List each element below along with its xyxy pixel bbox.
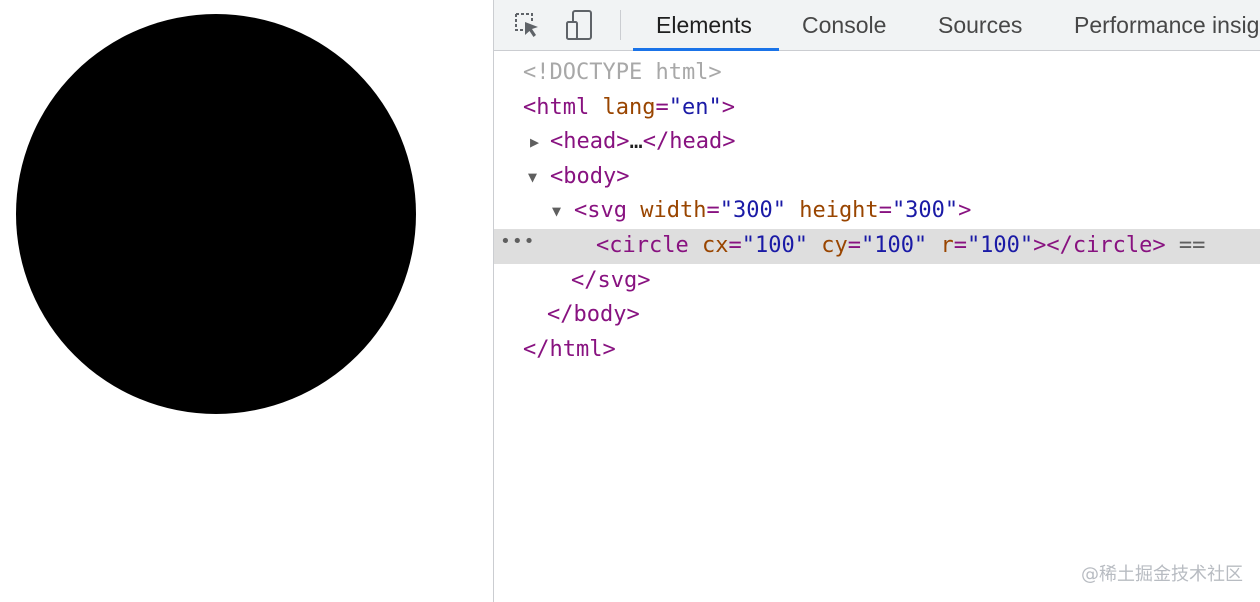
- tag-name: <svg: [574, 198, 627, 224]
- doctype-text: <!DOCTYPE html>: [523, 60, 722, 85]
- attr-name: height: [799, 198, 879, 224]
- attr-name: width: [640, 198, 707, 224]
- attr-equals: =: [655, 94, 669, 120]
- dom-node-html[interactable]: <html lang="en">: [494, 91, 1260, 126]
- dom-node-circle-selected[interactable]: ••• <circle cx="100" cy="100" r="100"></…: [494, 228, 1260, 264]
- body-open-tag: <body>: [550, 163, 630, 189]
- attr-name: lang: [602, 94, 656, 120]
- page-viewport: [0, 0, 493, 602]
- tab-performance-insights[interactable]: Performance insig: [1074, 0, 1259, 50]
- dom-node-head[interactable]: ▶ <head>…</head>: [494, 125, 1260, 160]
- dom-node-svg[interactable]: ▼ <svg width="300" height="300">: [494, 194, 1260, 229]
- head-close: </head>: [642, 129, 736, 155]
- dom-node-html-close[interactable]: </html>: [494, 333, 1260, 368]
- node-menu-dots-icon[interactable]: •••: [500, 225, 536, 260]
- tag-close: >: [721, 94, 735, 120]
- attr-value: "en": [668, 94, 722, 120]
- circle-tag: <circle cx="100" cy="100" r="100"></circ…: [596, 232, 1206, 258]
- attr-value: "100": [741, 232, 808, 258]
- attr-name: r: [940, 232, 954, 258]
- svg-close-tag: </svg>: [571, 267, 651, 293]
- tab-elements[interactable]: Elements: [656, 0, 752, 50]
- attr-name: cx: [701, 232, 729, 258]
- rendered-svg: [16, 14, 416, 414]
- rendered-circle: [16, 14, 416, 414]
- dom-node-svg-close[interactable]: </svg>: [494, 264, 1260, 299]
- head-ellipsis[interactable]: …: [629, 129, 642, 154]
- toolbar-separator: [620, 10, 621, 40]
- body-close-tag: </body>: [547, 302, 640, 328]
- attr-value: "300": [891, 198, 959, 224]
- devtools-panel: Elements Console Sources Performance ins…: [493, 0, 1260, 602]
- tag-close: ></circle>: [1033, 232, 1166, 258]
- screen: Elements Console Sources Performance ins…: [0, 0, 1260, 602]
- html-close-tag: </html>: [523, 336, 616, 362]
- tab-sources[interactable]: Sources: [938, 0, 1022, 50]
- html-open-tag: <html lang="en">: [523, 91, 735, 126]
- attr-value: "100": [966, 232, 1034, 258]
- svg-open-tag: <svg width="300" height="300">: [574, 198, 972, 224]
- inspect-cursor-icon: [515, 13, 538, 37]
- dom-tree: <!DOCTYPE html> <html lang="en"> ▶ <head…: [494, 56, 1260, 367]
- collapse-triangle-icon[interactable]: ▼: [552, 194, 561, 229]
- dom-node-doctype[interactable]: <!DOCTYPE html>: [494, 56, 1260, 91]
- active-tab-indicator: [633, 48, 779, 51]
- attr-name: cy: [821, 232, 848, 258]
- collapse-triangle-icon[interactable]: ▼: [528, 160, 537, 195]
- attr-value: "300": [719, 198, 786, 224]
- tab-console[interactable]: Console: [802, 0, 886, 50]
- devtools-toolbar: Elements Console Sources Performance ins…: [494, 0, 1260, 51]
- expand-triangle-icon[interactable]: ▶: [530, 125, 539, 160]
- tag-name: <circle: [596, 232, 689, 258]
- head-open: <head>: [550, 129, 630, 155]
- device-toolbar-button[interactable]: [564, 9, 596, 41]
- tag-name: <html: [523, 94, 590, 120]
- dom-node-body-close[interactable]: </body>: [494, 298, 1260, 333]
- watermark: @稀土掘金技术社区: [1081, 564, 1243, 585]
- inspect-element-button[interactable]: [511, 9, 543, 41]
- selected-marker: ==: [1178, 232, 1206, 258]
- attr-value: "100": [860, 232, 928, 258]
- dom-node-body[interactable]: ▼ <body>: [494, 160, 1260, 195]
- device-toggle-icon: [566, 10, 592, 40]
- tag-close: >: [958, 198, 972, 224]
- head-tag: <head>…</head>: [550, 125, 735, 160]
